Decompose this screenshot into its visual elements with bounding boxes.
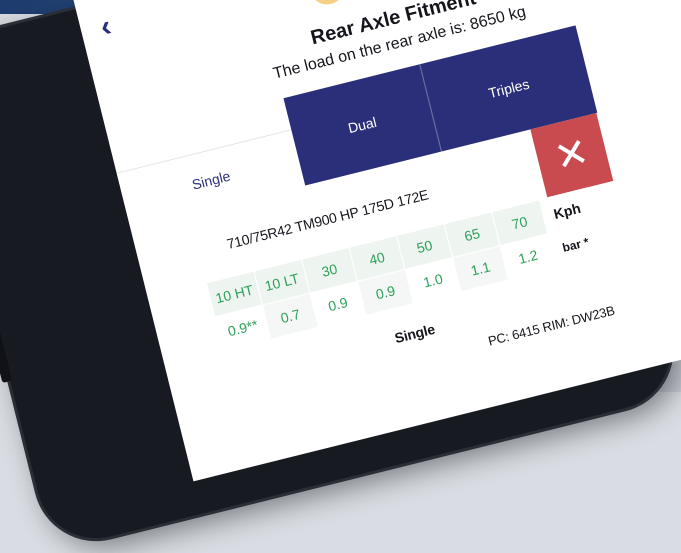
config-label: Single [392, 320, 437, 347]
tab-triples-label: Triples [486, 75, 531, 102]
warning-icon[interactable]: ! [306, 0, 348, 9]
config-detail: PC: 6415 RIM: DW23B [486, 302, 617, 349]
tab-single[interactable]: Single [116, 129, 306, 231]
close-icon[interactable]: ✕ [530, 112, 614, 198]
chevron-left-icon[interactable]: ‹ [97, 9, 124, 43]
tab-dual[interactable]: Dual [283, 64, 442, 186]
phone-side-button [0, 322, 13, 384]
tab-dual-label: Dual [346, 113, 379, 137]
tab-single-label: Single [190, 167, 232, 193]
